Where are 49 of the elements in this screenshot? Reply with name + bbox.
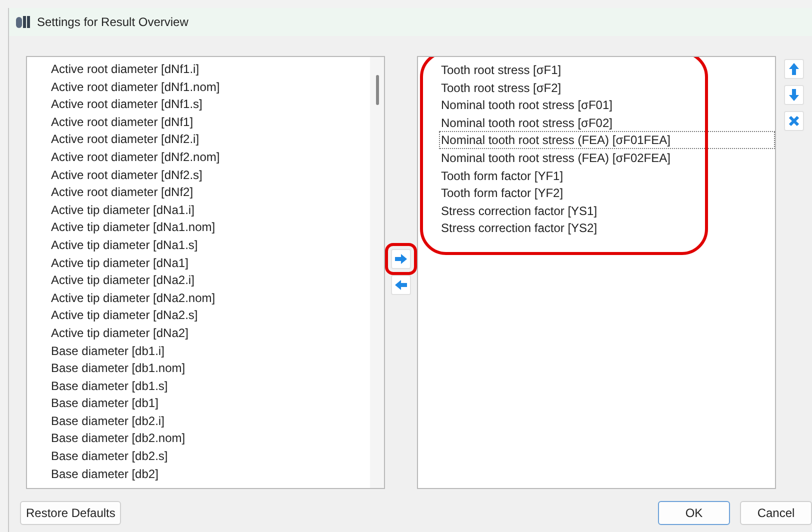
list-item[interactable]: Tooth root stress [σF2] [439,78,775,96]
list-item[interactable]: Active root diameter [dNf2.nom] [49,148,370,166]
down-arrow-icon [787,89,801,101]
list-item[interactable]: Base diameter [db1.s] [49,376,370,394]
left-arrow-icon [394,279,408,291]
list-item[interactable]: Active tip diameter [dNa1] [49,254,370,272]
list-item[interactable]: Nominal tooth root stress (FEA) [σF02FEA] [439,148,775,167]
restore-defaults-button[interactable]: Restore Defaults [20,501,122,525]
list-item[interactable]: Active tip diameter [dNa1.s] [49,236,370,254]
list-item[interactable]: Stress correction factor [YS2] [439,219,775,237]
list-item[interactable]: Base diameter [db2] [49,464,370,482]
list-item[interactable]: Tooth form factor [YF1] [439,166,775,184]
list-item[interactable]: Active root diameter [dNf1.nom] [49,78,370,96]
list-item[interactable]: Active tip diameter [dNa2.s] [49,306,370,324]
list-item[interactable]: Active tip diameter [dNa2.i] [49,271,370,289]
app-logo-icon [15,14,31,30]
list-item[interactable]: Active tip diameter [dNa2] [49,324,370,342]
remove-button[interactable] [391,275,411,295]
move-down-button[interactable] [784,85,804,105]
window-title: Settings for Result Overview [37,15,188,29]
list-item[interactable]: Active tip diameter [dNa1.i] [49,200,370,218]
list-item[interactable]: Active root diameter [dNf2.i] [49,130,370,148]
list-item[interactable]: Stress correction factor [YS1] [439,202,775,220]
delete-icon [788,115,800,127]
list-item[interactable]: Base diameter [db2.nom] [49,429,370,448]
list-item[interactable]: Active root diameter [dNf1.i] [49,60,370,78]
scrollbar-thumb[interactable] [376,75,378,105]
list-item[interactable]: Base diameter [db2.i] [49,412,370,430]
list-item[interactable]: Active tip diameter [dNa2.nom] [49,288,370,306]
move-up-button[interactable] [784,59,804,79]
list-item[interactable]: Nominal tooth root stress [σF01] [439,96,775,114]
list-item[interactable]: Base diameter [db1] [49,394,370,412]
right-arrow-icon [394,253,408,265]
list-item[interactable]: Base diameter [db1.i] [49,342,370,360]
list-item[interactable]: Tooth root stress [σF1] [439,61,775,79]
list-item[interactable]: Active tip diameter [dNa1.nom] [49,218,370,236]
list-item[interactable]: Base diameter [db1.nom] [49,359,370,377]
list-item[interactable]: Base diameter [db2.s] [49,447,370,465]
cancel-button[interactable]: Cancel [740,501,812,525]
list-item[interactable]: Nominal tooth root stress [σF02] [439,114,775,132]
list-item[interactable]: Active root diameter [dNf1] [49,112,370,130]
list-item[interactable]: Active root diameter [dNf2] [49,183,370,201]
list-item[interactable]: Active root diameter [dNf2.s] [49,166,370,184]
list-item[interactable]: Nominal tooth root stress (FEA) [σF01FEA] [439,131,775,149]
list-item[interactable]: Tooth form factor [YF2] [439,184,775,202]
ok-button[interactable]: OK [658,501,730,525]
up-arrow-icon [787,63,801,75]
list-item[interactable]: Active root diameter [dNf1.s] [49,95,370,113]
delete-button[interactable] [784,111,804,131]
